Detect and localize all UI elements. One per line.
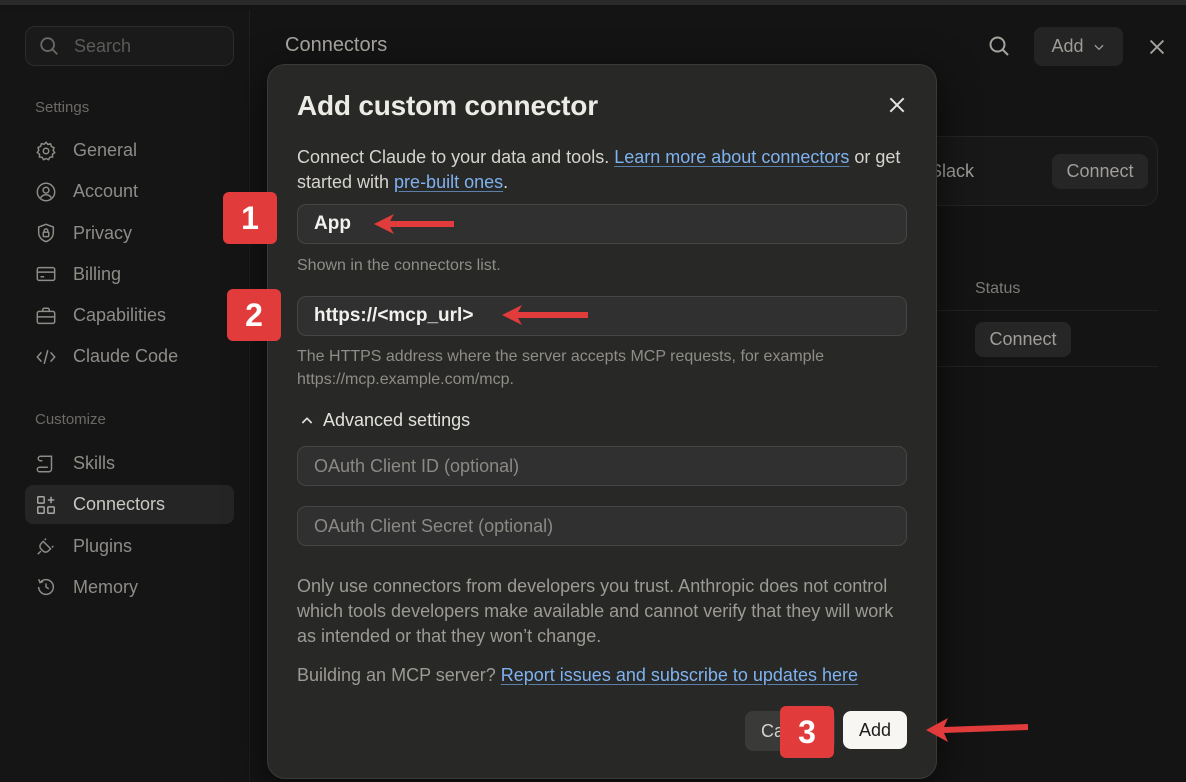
arrow-annotation-1 bbox=[374, 214, 454, 234]
sidebar-item-claude-code[interactable]: Claude Code bbox=[25, 337, 234, 376]
add-dropdown-label: Add bbox=[1051, 36, 1084, 56]
status-column-header: Status bbox=[975, 280, 1021, 297]
settings-section-label: Settings bbox=[35, 99, 90, 116]
customize-nav: Skills Connectors Plugins Memory bbox=[25, 444, 234, 609]
connector-name-value: App bbox=[314, 213, 351, 234]
add-label: Add bbox=[858, 719, 892, 740]
step-badge-1: 1 bbox=[223, 192, 277, 244]
connector-card-connect-button[interactable]: Connect bbox=[1052, 154, 1148, 189]
server-url-value: https://<mcp_url> bbox=[314, 305, 474, 326]
sidebar-item-label: Capabilities bbox=[73, 305, 167, 326]
arrow-annotation-3 bbox=[926, 718, 1028, 742]
report-issues-link[interactable]: Report issues and subscribe to updates h… bbox=[501, 665, 858, 685]
sidebar-item-skills[interactable]: Skills bbox=[25, 444, 234, 483]
sidebar-item-plugins[interactable]: Plugins bbox=[25, 527, 234, 566]
connector-name-help: Shown in the connectors list. bbox=[297, 257, 501, 274]
briefcase-icon bbox=[36, 307, 56, 324]
oauth-client-secret-field[interactable]: OAuth Client Secret (optional) bbox=[297, 506, 907, 546]
plug-icon bbox=[37, 538, 54, 555]
page-title: Connectors bbox=[285, 34, 388, 56]
sidebar-item-label: Privacy bbox=[73, 222, 133, 243]
grid-plus-icon bbox=[37, 495, 55, 514]
sidebar-item-connectors[interactable]: Connectors bbox=[25, 485, 234, 525]
customize-section-label: Customize bbox=[35, 411, 106, 428]
sidebar-item-label: Claude Code bbox=[73, 346, 179, 367]
pre-built-link[interactable]: pre-built ones bbox=[394, 172, 503, 192]
search-icon bbox=[40, 37, 58, 55]
add-dropdown-button[interactable]: Add bbox=[1034, 27, 1123, 66]
search-icon[interactable] bbox=[987, 34, 1011, 58]
oauth-client-secret-placeholder: OAuth Client Secret (optional) bbox=[314, 515, 554, 536]
sidebar-item-label: Connectors bbox=[73, 494, 166, 515]
sidebar-item-label: Billing bbox=[73, 263, 122, 284]
settings-nav: General Account Privacy Billing Capabili… bbox=[25, 131, 234, 379]
chevron-down-icon bbox=[1093, 44, 1104, 50]
sidebar-item-label: Plugins bbox=[73, 535, 133, 556]
arrow-annotation-2 bbox=[502, 305, 588, 325]
chevron-up-icon bbox=[301, 416, 313, 424]
settings-sidebar: Search Settings General Account Privacy … bbox=[0, 10, 250, 782]
search-placeholder: Search bbox=[74, 35, 132, 56]
advanced-settings-toggle[interactable]: Advanced settings bbox=[299, 410, 470, 431]
mcp-server-note: Building an MCP server? Report issues an… bbox=[297, 665, 858, 686]
sidebar-item-account[interactable]: Account bbox=[25, 172, 234, 211]
shield-icon bbox=[37, 223, 55, 243]
sidebar-item-label: Memory bbox=[73, 576, 139, 597]
close-icon[interactable] bbox=[1146, 36, 1168, 58]
sidebar-item-label: General bbox=[73, 140, 138, 160]
dialog-title: Add custom connector bbox=[297, 90, 598, 121]
step-badge-2: 2 bbox=[227, 289, 281, 341]
desc-prefix: Connect Claude to your data and tools. bbox=[297, 147, 615, 167]
table-divider bbox=[911, 366, 1158, 367]
sidebar-item-label: Skills bbox=[73, 453, 116, 473]
oauth-client-id-field[interactable]: OAuth Client ID (optional) bbox=[297, 446, 907, 486]
connect-label: Connect bbox=[1066, 161, 1134, 181]
sidebar-item-memory[interactable]: Memory bbox=[25, 568, 234, 607]
account-icon bbox=[36, 182, 56, 202]
step-badge-3: 3 bbox=[780, 706, 834, 758]
code-icon bbox=[36, 349, 56, 365]
connect-label: Connect bbox=[989, 329, 1057, 349]
table-divider bbox=[911, 310, 1158, 311]
server-url-help: The HTTPS address where the server accep… bbox=[297, 348, 825, 388]
oauth-client-id-placeholder: OAuth Client ID (optional) bbox=[314, 455, 520, 476]
learn-more-link[interactable]: Learn more about connectors bbox=[614, 147, 849, 167]
add-custom-connector-dialog: Add custom connector Connect Claude to y… bbox=[267, 64, 937, 779]
gear-icon bbox=[36, 140, 56, 161]
connector-card: Slack Connect bbox=[911, 136, 1158, 206]
sidebar-item-label: Account bbox=[73, 181, 139, 202]
server-url-field[interactable]: https://<mcp_url> bbox=[297, 296, 907, 336]
sidebar-item-capabilities[interactable]: Capabilities bbox=[25, 296, 234, 335]
dialog-description: Connect Claude to your data and tools. L… bbox=[297, 145, 907, 195]
row-connect-button[interactable]: Connect bbox=[975, 322, 1071, 357]
close-icon[interactable] bbox=[887, 95, 907, 115]
advanced-settings-label: Advanced settings bbox=[323, 410, 471, 430]
sidebar-item-privacy[interactable]: Privacy bbox=[25, 214, 234, 253]
trust-warning: Only use connectors from developers you … bbox=[297, 576, 894, 646]
sidebar-item-billing[interactable]: Billing bbox=[25, 255, 234, 294]
mcp-note-prefix: Building an MCP server? bbox=[297, 665, 501, 685]
sidebar-search[interactable]: Search bbox=[25, 26, 234, 66]
credit-card-icon bbox=[36, 267, 56, 282]
desc-suffix: . bbox=[503, 172, 509, 192]
history-icon bbox=[37, 579, 55, 596]
scroll-icon bbox=[36, 454, 53, 473]
add-button[interactable]: Add bbox=[843, 711, 907, 749]
sidebar-item-general[interactable]: General bbox=[25, 131, 234, 170]
